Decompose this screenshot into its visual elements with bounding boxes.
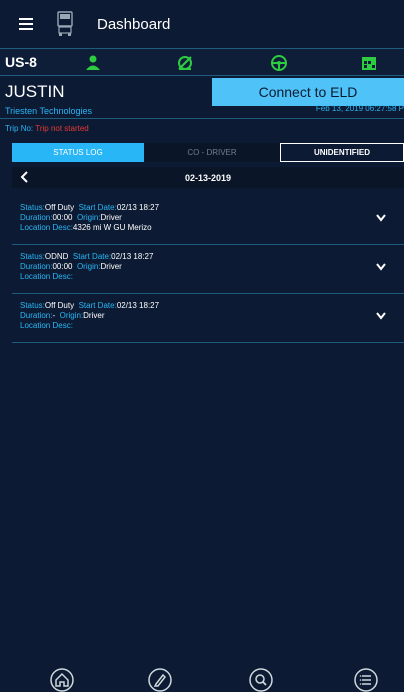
start-date-value: 02/13 18:27 — [111, 252, 154, 261]
log-entry[interactable]: Status:Off Duty Start Date:02/13 18:27 D… — [12, 294, 404, 343]
start-date-value: 02/13 18:27 — [116, 301, 160, 310]
status-value: ODND — [44, 252, 69, 261]
duration-label: Duration: — [20, 213, 53, 222]
origin-value: Driver — [100, 262, 122, 271]
status-label: Status: — [20, 252, 45, 261]
status-label: Status: — [20, 203, 45, 212]
divider — [0, 118, 404, 119]
log-date: 02-13-2019 — [184, 172, 232, 183]
duration-label: Duration: — [20, 262, 53, 271]
trip-value: Trip not started — [35, 124, 89, 133]
location-label: Location Desc: — [20, 223, 73, 232]
current-datetime: Feb 13, 2019 06:27:58 P — [315, 104, 404, 113]
driving-status-icon[interactable] — [176, 54, 194, 72]
bottom-navigation — [0, 668, 404, 692]
status-value: Off Duty — [44, 203, 75, 212]
log-entry[interactable]: Status:ODND Start Date:02/13 18:27 Durat… — [12, 245, 404, 294]
app-header: Dashboard — [0, 0, 404, 48]
status-value: Off Duty — [44, 301, 75, 310]
location-label: Location Desc: — [20, 321, 73, 330]
trip-info: Trip No: Trip not started — [5, 124, 89, 133]
home-icon[interactable] — [50, 668, 74, 692]
origin-label: Origin: — [76, 262, 101, 271]
date-navigation: 02-13-2019 — [12, 167, 404, 188]
location-label: Location Desc: — [20, 272, 73, 281]
steering-wheel-icon[interactable] — [270, 54, 288, 72]
chevron-left-icon[interactable] — [20, 171, 30, 183]
search-icon[interactable] — [249, 668, 273, 692]
chevron-down-icon[interactable] — [376, 214, 386, 222]
location-value: 4326 mi W GU Merizo — [72, 223, 152, 232]
trip-label: Trip No: — [5, 124, 34, 133]
chevron-down-icon[interactable] — [376, 263, 386, 271]
tab-co-driver[interactable]: CO - DRIVER — [144, 143, 280, 162]
tab-status-log[interactable]: STATUS LOG — [12, 143, 144, 162]
list-icon[interactable] — [354, 668, 378, 692]
truck-icon — [57, 11, 73, 36]
duration-value: 00:00 — [52, 213, 73, 222]
duration-value: 00:00 — [52, 262, 73, 271]
duty-status-bar: US-8 — [0, 48, 404, 76]
origin-label: Origin: — [76, 213, 101, 222]
calendar-icon[interactable] — [360, 54, 378, 72]
page-title: Dashboard — [97, 15, 171, 33]
start-date-label: Start Date: — [78, 203, 117, 212]
status-label: Status: — [20, 301, 45, 310]
duration-value: - — [52, 311, 56, 320]
log-entry[interactable]: Status:Off Duty Start Date:02/13 18:27 D… — [12, 196, 404, 245]
driver-name: JUSTIN — [5, 82, 65, 101]
origin-value: Driver — [83, 311, 105, 320]
start-date-label: Start Date: — [72, 252, 112, 261]
origin-value: Driver — [100, 213, 122, 222]
tab-unidentified[interactable]: UNIDENTIFIED — [280, 143, 404, 162]
duration-label: Duration: — [20, 311, 53, 320]
region-label: US-8 — [5, 54, 37, 70]
edit-icon[interactable] — [148, 668, 172, 692]
start-date-label: Start Date: — [78, 301, 117, 310]
hamburger-menu-icon[interactable] — [19, 15, 33, 33]
origin-label: Origin: — [59, 311, 84, 320]
log-tabs: STATUS LOG CO - DRIVER UNIDENTIFIED — [12, 143, 404, 162]
start-date-value: 02/13 18:27 — [116, 203, 160, 212]
chevron-down-icon[interactable] — [376, 312, 386, 320]
company-name: Triesten Technologies — [5, 106, 93, 116]
driver-status-icon[interactable] — [84, 54, 102, 72]
connect-eld-button[interactable]: Connect to ELD — [212, 78, 404, 106]
